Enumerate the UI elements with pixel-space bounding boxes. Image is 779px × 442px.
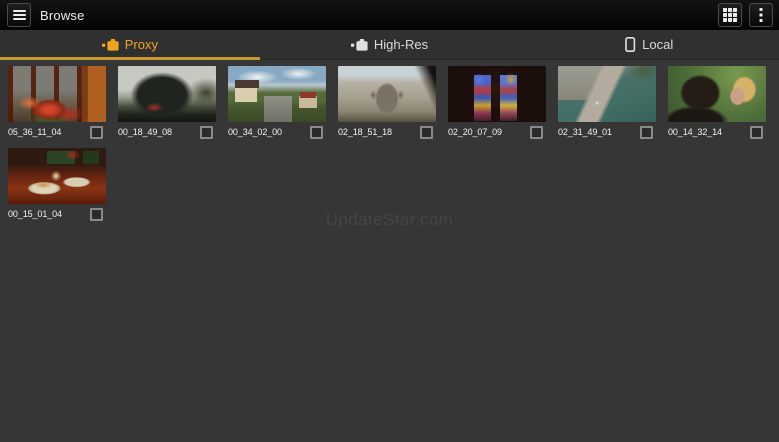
video-thumbnail[interactable]: [118, 66, 216, 122]
select-checkbox[interactable]: [640, 125, 653, 139]
select-checkbox[interactable]: [530, 125, 543, 139]
tile-footer: 02_18_51_18: [338, 122, 436, 142]
select-checkbox[interactable]: [750, 125, 763, 139]
video-thumbnail[interactable]: [8, 148, 106, 204]
media-grid: 05_36_11_04 00_18_49_08 00_34_02_00 02_1…: [0, 60, 779, 230]
select-checkbox[interactable]: [90, 207, 103, 221]
tab-proxy-label: Proxy: [124, 37, 158, 52]
proxy-clip-icon: [101, 38, 119, 51]
tile-footer: 02_31_49_01: [558, 122, 656, 142]
top-action-bar: Browse: [0, 0, 779, 30]
page-title: Browse: [40, 7, 85, 23]
media-item[interactable]: 02_31_49_01: [552, 66, 662, 146]
tab-proxy[interactable]: Proxy: [0, 30, 260, 60]
tab-high-res[interactable]: High-Res: [260, 30, 520, 59]
video-thumbnail[interactable]: [448, 66, 546, 122]
video-thumbnail[interactable]: [8, 66, 106, 122]
select-checkbox[interactable]: [420, 125, 433, 139]
video-thumbnail[interactable]: [558, 66, 656, 122]
video-thumbnail[interactable]: [338, 66, 436, 122]
select-checkbox[interactable]: [90, 125, 103, 139]
clip-timecode-label: 00_18_49_08: [118, 127, 172, 137]
tile-footer: 00_18_49_08: [118, 122, 216, 142]
tile-footer: 02_20_07_09: [448, 122, 546, 142]
select-checkbox[interactable]: [310, 125, 323, 139]
overflow-menu-icon: [759, 8, 763, 22]
media-item[interactable]: 02_18_51_18: [332, 66, 442, 146]
source-tab-bar: Proxy High-Res Local: [0, 30, 779, 60]
select-checkbox[interactable]: [200, 125, 213, 139]
media-item[interactable]: 00_14_32_14: [662, 66, 772, 146]
tab-high-res-label: High-Res: [373, 37, 429, 52]
clip-timecode-label: 00_15_01_04: [8, 209, 62, 219]
clip-timecode-label: 02_31_49_01: [558, 127, 612, 137]
highres-clip-icon: [350, 38, 368, 51]
media-item[interactable]: 00_15_01_04: [2, 148, 112, 228]
phone-icon: [625, 37, 636, 52]
tile-footer: 00_15_01_04: [8, 204, 106, 224]
media-item[interactable]: 00_34_02_00: [222, 66, 332, 146]
clip-timecode-label: 00_34_02_00: [228, 127, 282, 137]
video-thumbnail[interactable]: [228, 66, 326, 122]
media-item[interactable]: 02_20_07_09: [442, 66, 552, 146]
grid-view-icon: [723, 8, 737, 22]
media-item[interactable]: 05_36_11_04: [2, 66, 112, 146]
tile-footer: 05_36_11_04: [8, 122, 106, 142]
media-item[interactable]: 00_18_49_08: [112, 66, 222, 146]
clip-timecode-label: 02_18_51_18: [338, 127, 392, 137]
tile-footer: 00_34_02_00: [228, 122, 326, 142]
clip-timecode-label: 00_14_32_14: [668, 127, 722, 137]
menu-button[interactable]: [7, 3, 31, 27]
tile-footer: 00_14_32_14: [668, 122, 766, 142]
overflow-menu-button[interactable]: [749, 3, 773, 27]
hamburger-icon: [12, 10, 26, 20]
video-thumbnail[interactable]: [668, 66, 766, 122]
grid-view-button[interactable]: [718, 3, 742, 27]
tab-local[interactable]: Local: [519, 30, 779, 59]
active-tab-indicator: [0, 57, 260, 60]
tab-local-label: Local: [642, 37, 674, 52]
clip-timecode-label: 05_36_11_04: [8, 127, 62, 137]
clip-timecode-label: 02_20_07_09: [448, 127, 502, 137]
